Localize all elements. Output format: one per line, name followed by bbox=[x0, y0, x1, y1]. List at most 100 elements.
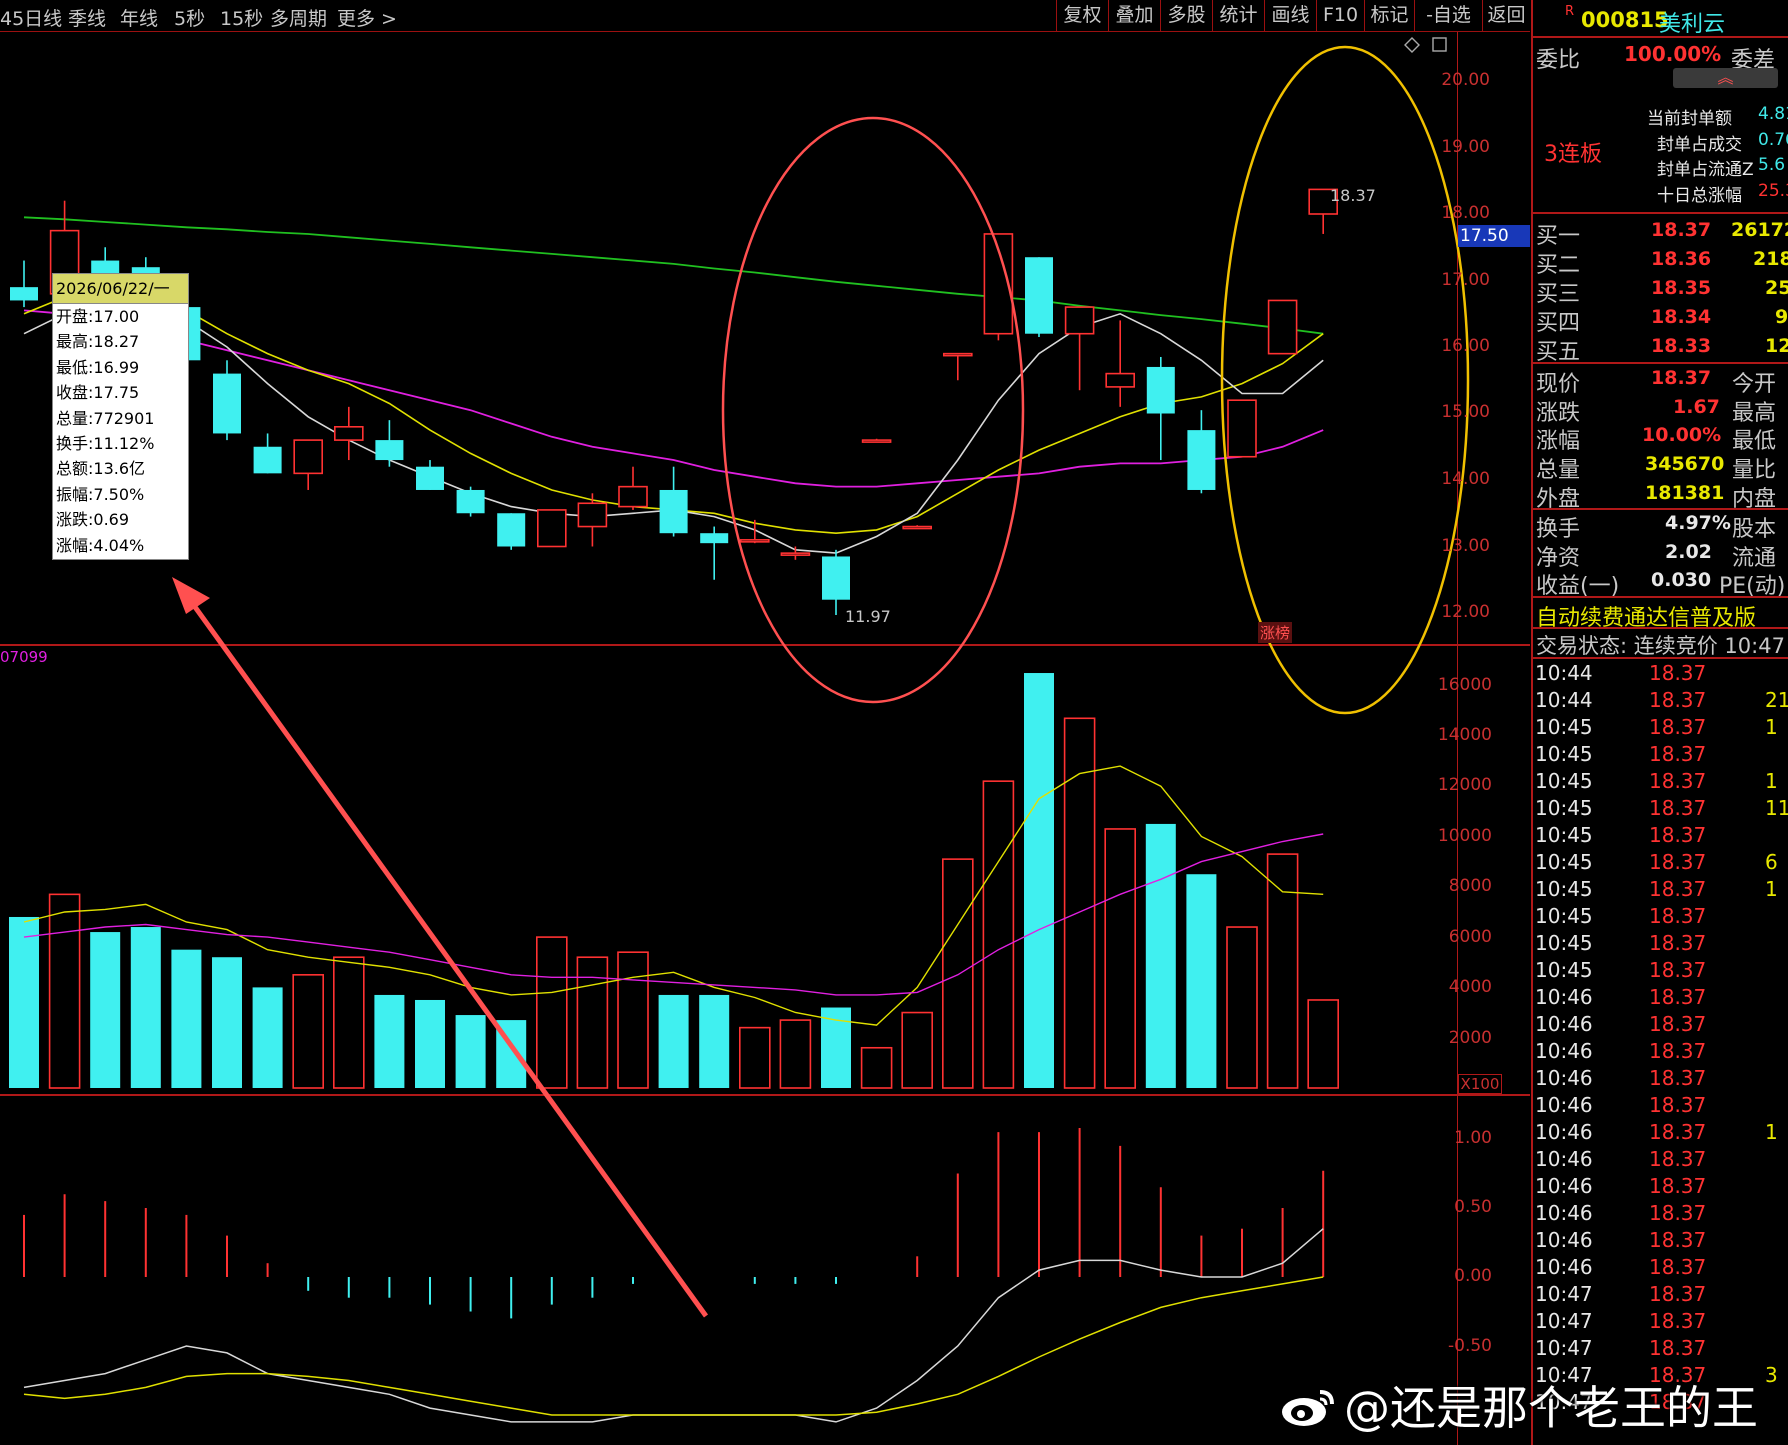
watermark-text: @还是那个老王的王 bbox=[1344, 1381, 1758, 1435]
quote-label: 现价 bbox=[1536, 372, 1581, 397]
diamond-icon bbox=[1404, 37, 1420, 53]
tick-row: 10:45 18.37 bbox=[1535, 904, 1788, 931]
tick-price: 18.37 bbox=[1649, 877, 1707, 901]
tick-time: 10:44 bbox=[1535, 688, 1593, 712]
tick-price: 18.37 bbox=[1649, 1255, 1707, 1279]
tick-row: 10:45 18.37 1 bbox=[1535, 877, 1788, 904]
tooltip-high: 最高:18.27 bbox=[56, 332, 140, 352]
kline-chart[interactable] bbox=[0, 0, 1530, 1445]
quote-panel: R 000815 美利云 委比 100.00% 委差 ︽ 3连板 当前封单额 4… bbox=[1531, 0, 1788, 1445]
collapse-chevron-icon[interactable]: ︽ bbox=[1673, 68, 1778, 88]
bid-label: 买四 bbox=[1536, 311, 1581, 336]
tick-price: 18.37 bbox=[1649, 1093, 1707, 1117]
tooltip-change-pct: 涨幅:4.04% bbox=[56, 535, 145, 555]
quote-value: 181381 bbox=[1645, 482, 1725, 504]
bid-price: 18.35 bbox=[1651, 277, 1712, 299]
tick-time: 10:46 bbox=[1535, 1012, 1593, 1036]
tick-row: 10:46 18.37 bbox=[1535, 1093, 1788, 1120]
tick-row: 10:45 18.37 bbox=[1535, 958, 1788, 985]
candle-body bbox=[739, 539, 770, 543]
tick-volume: 6 bbox=[1765, 850, 1778, 874]
bid-volume: 9 bbox=[1775, 306, 1788, 328]
volume-bar bbox=[982, 780, 1015, 1089]
bid-volume: 25 bbox=[1765, 277, 1788, 299]
macd-tick: -0.50 bbox=[1448, 1336, 1492, 1356]
tick-row: 10:46 18.37 bbox=[1535, 1174, 1788, 1201]
tick-time: 10:46 bbox=[1535, 1174, 1593, 1198]
tick-time: 10:47 bbox=[1535, 1336, 1593, 1360]
weibi-label: 委比 bbox=[1536, 48, 1581, 73]
trade-status: 交易状态: 连续竞价 10:47 bbox=[1536, 634, 1785, 658]
bid-price: 18.34 bbox=[1651, 306, 1712, 328]
volume-bar bbox=[779, 1019, 812, 1089]
stock-name: 美利云 bbox=[1659, 12, 1726, 37]
price-tick: 15.00 bbox=[1441, 402, 1490, 422]
tick-row: 10:46 18.37 1 bbox=[1535, 1120, 1788, 1147]
tick-time: 10:45 bbox=[1535, 850, 1593, 874]
candle-body bbox=[700, 533, 729, 544]
tick-price: 18.37 bbox=[1649, 1174, 1707, 1198]
volume-bar bbox=[455, 1015, 486, 1088]
volume-bar bbox=[130, 927, 161, 1088]
tick-row: 10:47 18.37 bbox=[1535, 1336, 1788, 1363]
stock-code: 000815 bbox=[1581, 8, 1669, 32]
candle-body bbox=[497, 513, 526, 547]
tick-time: 10:45 bbox=[1535, 931, 1593, 955]
price-tick: 14.00 bbox=[1441, 469, 1490, 489]
tick-row: 10:46 18.37 bbox=[1535, 985, 1788, 1012]
quote-value: 10.00% bbox=[1642, 424, 1722, 446]
tick-time: 10:46 bbox=[1535, 1093, 1593, 1117]
candle-body bbox=[618, 485, 648, 508]
tooltip-volume: 总量:772901 bbox=[56, 408, 155, 428]
panel-toggle-icon bbox=[1432, 37, 1447, 52]
volume-bar bbox=[374, 994, 405, 1088]
tick-volume: 1 bbox=[1765, 769, 1778, 793]
tick-price: 18.37 bbox=[1649, 661, 1707, 685]
candle-body bbox=[902, 525, 933, 530]
candle-body bbox=[333, 425, 364, 441]
weibo-logo-icon bbox=[1282, 1390, 1334, 1426]
macd-dea-line bbox=[23, 1276, 1324, 1416]
bid-volume: 26172 bbox=[1731, 219, 1788, 241]
tick-volume: 3 bbox=[1765, 1363, 1778, 1387]
tick-time: 10:46 bbox=[1535, 1228, 1593, 1252]
quote-label: 总量 bbox=[1536, 458, 1581, 483]
volume-bar bbox=[1145, 823, 1176, 1088]
volume-bar bbox=[212, 957, 242, 1088]
bid-price: 18.36 bbox=[1651, 248, 1712, 270]
tick-row: 10:46 18.37 bbox=[1535, 1039, 1788, 1066]
quote-label: 量比 bbox=[1732, 458, 1777, 483]
tick-time: 10:47 bbox=[1535, 1309, 1593, 1333]
volume-bar bbox=[9, 916, 39, 1088]
tooltip-low: 最低:16.99 bbox=[56, 357, 140, 377]
tick-time: 10:45 bbox=[1535, 715, 1593, 739]
tick-volume: 11 bbox=[1765, 796, 1788, 820]
volume-bar bbox=[48, 893, 81, 1089]
volume-bar bbox=[617, 951, 649, 1089]
limit-up-badge: 涨榜 bbox=[1258, 622, 1293, 643]
candle-body bbox=[416, 466, 444, 490]
tick-price: 18.37 bbox=[1649, 715, 1707, 739]
tooltip-amplitude: 振幅:7.50% bbox=[56, 484, 145, 504]
candle-body bbox=[577, 502, 608, 528]
quote-value: 1.67 bbox=[1673, 396, 1720, 418]
high-price-marker: 18.37 bbox=[1330, 186, 1376, 205]
tick-row: 10:45 18.37 1 bbox=[1535, 715, 1788, 742]
tick-volume: 1 bbox=[1765, 715, 1778, 739]
macd-tick: 0.00 bbox=[1454, 1266, 1492, 1286]
tick-price: 18.37 bbox=[1649, 1012, 1707, 1036]
volume-bar bbox=[901, 1011, 934, 1089]
stat-label: 股本 bbox=[1732, 517, 1777, 542]
volume-tick: 6000 bbox=[1448, 927, 1492, 947]
tick-price: 18.37 bbox=[1649, 796, 1707, 820]
tick-price: 18.37 bbox=[1649, 688, 1707, 712]
price-tick: 20.00 bbox=[1441, 70, 1490, 90]
tick-time: 10:47 bbox=[1535, 1282, 1593, 1306]
candle-body bbox=[456, 489, 485, 514]
price-tick: 16.00 bbox=[1441, 336, 1490, 356]
candle-body bbox=[1146, 366, 1175, 414]
seal-value: 5.6 bbox=[1758, 155, 1786, 175]
seal-value: 4.81 bbox=[1758, 104, 1788, 124]
candle-body bbox=[253, 446, 282, 474]
tick-price: 18.37 bbox=[1649, 823, 1707, 847]
